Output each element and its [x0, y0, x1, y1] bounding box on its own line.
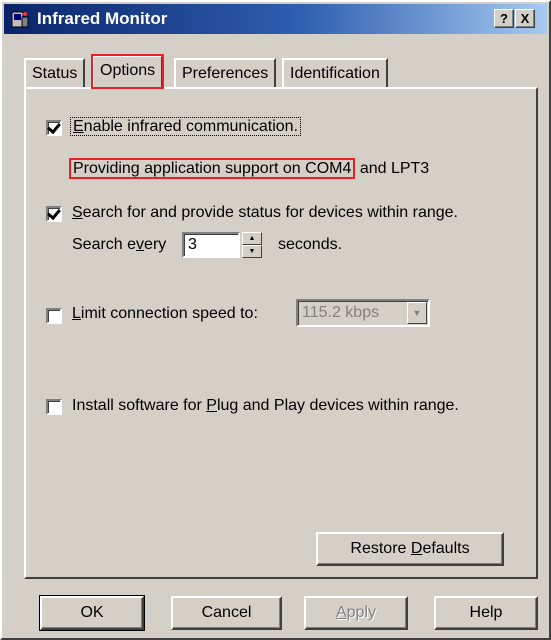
install-pnp-checkbox[interactable] — [46, 399, 62, 415]
search-devices-label[interactable]: Search for and provide status for device… — [72, 204, 458, 222]
infrared-monitor-dialog: Infrared Monitor ? X Status Options Pref… — [0, 0, 551, 640]
com-port-highlight: Providing application support on COM4 — [69, 158, 356, 179]
accel-key: A — [335, 604, 347, 621]
help-title-button[interactable]: ? — [494, 9, 514, 28]
search-every-label: Search every — [72, 236, 167, 253]
infrared-monitor-icon — [10, 9, 30, 29]
spin-up-arrow-icon[interactable]: ▲ — [242, 232, 262, 245]
accel-key: L — [72, 305, 81, 322]
accel-key: v — [136, 236, 145, 253]
accel-key: P — [206, 397, 217, 414]
limit-speed-label[interactable]: Limit connection speed to: — [72, 305, 258, 323]
apply-button[interactable]: Apply — [304, 596, 408, 630]
search-devices-checkbox[interactable] — [46, 205, 62, 222]
enable-infrared-label[interactable]: Enable infrared communication. — [70, 117, 302, 136]
accel-key: D — [410, 540, 423, 557]
connection-speed-select[interactable]: 115.2 kbps ▼ — [296, 299, 430, 327]
spin-down-arrow-icon[interactable]: ▼ — [242, 245, 262, 258]
tab-status[interactable]: Status — [24, 58, 86, 88]
checkmark-icon — [47, 205, 61, 221]
ok-button[interactable]: OK — [39, 595, 145, 631]
tab-preferences[interactable]: Preferences — [174, 58, 277, 88]
close-button[interactable]: X — [515, 9, 535, 28]
restore-defaults-button[interactable]: Restore Defaults — [316, 532, 504, 566]
install-pnp-label[interactable]: Install software for Plug and Play devic… — [72, 397, 459, 415]
seconds-label: seconds. — [278, 236, 343, 253]
search-interval-input[interactable]: 3 — [182, 232, 240, 258]
help-button[interactable]: Help — [434, 596, 538, 630]
title-bar: Infrared Monitor ? X — [4, 4, 547, 34]
cancel-button[interactable]: Cancel — [171, 596, 282, 630]
tab-identification[interactable]: Identification — [282, 58, 388, 88]
chevron-down-icon[interactable]: ▼ — [407, 302, 427, 324]
tab-options[interactable]: Options — [90, 54, 165, 89]
application-support-text: Providing application support on COM4 an… — [69, 158, 429, 179]
enable-infrared-checkbox[interactable] — [46, 119, 62, 136]
checkmark-icon — [47, 119, 61, 135]
accel-key: S — [72, 204, 83, 221]
search-interval-spinner[interactable]: ▲ ▼ — [242, 232, 262, 258]
limit-speed-checkbox[interactable] — [46, 308, 62, 324]
window-title: Infrared Monitor — [37, 9, 168, 28]
connection-speed-value: 115.2 kbps — [302, 304, 380, 321]
accel-key: E — [73, 118, 84, 135]
